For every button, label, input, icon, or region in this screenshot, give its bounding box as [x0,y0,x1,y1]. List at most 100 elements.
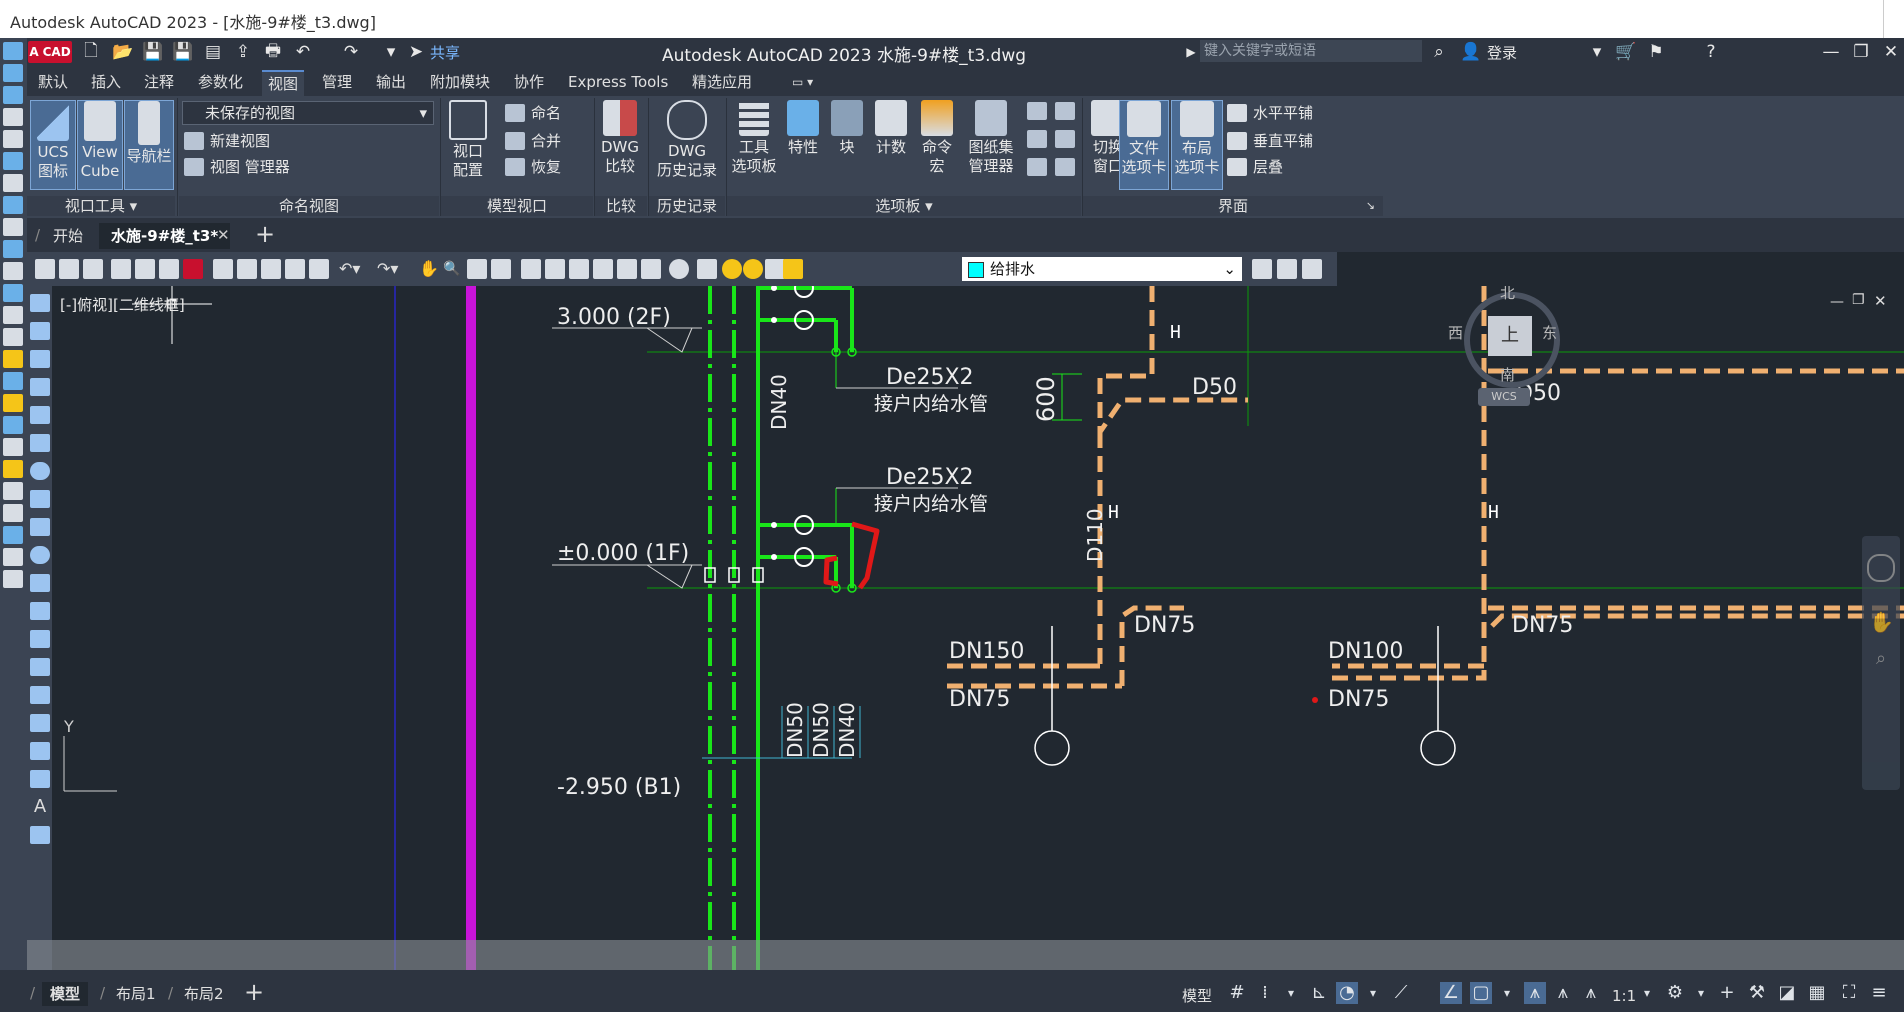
tab-layout2[interactable]: 布局2 [176,982,232,1006]
add-layout-icon[interactable]: + [244,978,264,1006]
viewport-config-button[interactable]: 视口 配置 [443,100,493,188]
view-manager-button[interactable]: 视图 管理器 [184,156,290,177]
ucs-icon-button[interactable]: UCS 图标 [30,100,76,190]
tab-insert[interactable]: 插入 [85,70,127,94]
search-icon[interactable]: ⌕ [1428,42,1450,62]
drawing-canvas[interactable]: H H H H 3.000 (2F) ±0.000 (1F) -2.950 (B… [52,286,1904,970]
object-snap-tracking-icon[interactable]: ∠ [1440,982,1462,1004]
tool-14-icon[interactable] [3,328,23,346]
login-button[interactable]: 登录 [1487,42,1517,63]
revcloud-icon[interactable] [30,490,50,508]
ellipse-arc-icon[interactable] [30,574,50,592]
zoom-window-icon[interactable] [467,259,487,279]
construction-line-icon[interactable] [30,322,50,340]
markup-icon[interactable] [1055,130,1075,148]
zoom-realtime-icon[interactable]: 🔍 [443,259,463,279]
layer-viewport-icon[interactable] [765,259,785,279]
make-current-icon[interactable] [1252,259,1272,279]
snap-icon[interactable]: ⁞ [1254,982,1276,1004]
circle-icon[interactable] [30,462,50,480]
new-file-icon[interactable] [35,259,55,279]
sheetset-manager-button[interactable]: 图纸集 管理器 [961,100,1021,188]
tab-featured-apps[interactable]: 精选应用 [686,70,758,94]
navigation-bar[interactable]: ✋ ⌕ [1862,536,1900,790]
viewport-restore-icon[interactable]: ❐ [1852,292,1865,308]
share-icon[interactable]: ➤ [405,42,427,62]
close-tab-icon[interactable]: ✕ [217,226,230,244]
tool-4-icon[interactable] [3,108,23,126]
open-web-icon[interactable]: ▤ [202,42,224,62]
tile-horizontal-button[interactable]: 水平平铺 [1227,102,1313,123]
viewport-restore-button[interactable]: 恢复 [505,156,561,177]
insert-block-icon[interactable] [30,602,50,620]
tool-20-icon[interactable] [3,460,23,478]
count-button[interactable]: 计数 [869,100,913,188]
osnap-dropdown-icon[interactable]: ▾ [1496,982,1518,1004]
ellipse-icon[interactable] [30,546,50,564]
tool-1-icon[interactable] [3,42,23,60]
hatch-icon[interactable] [30,686,50,704]
command-line[interactable] [27,940,1904,970]
publish-icon[interactable] [159,259,179,279]
print-icon[interactable] [111,259,131,279]
arc-icon[interactable] [30,434,50,452]
pan-icon[interactable]: ✋ [419,259,439,279]
undo-icon[interactable]: ↶ [292,42,314,62]
sheetset-tool-icon[interactable] [593,259,613,279]
tool-7-icon[interactable] [3,174,23,192]
tab-view[interactable]: 视图 [262,70,305,96]
drawing-svg[interactable]: H H H H 3.000 (2F) ±0.000 (1F) -2.950 (B… [52,286,1904,970]
panel-viewport-tools[interactable]: 视口工具 ▾ [27,196,175,216]
add-selected-icon[interactable] [30,826,50,844]
hardware-acceleration-icon[interactable]: ⚒ [1746,982,1768,1004]
zoom-previous-icon[interactable] [491,259,511,279]
open-file-icon[interactable] [59,259,79,279]
mtext-icon[interactable]: A [30,798,50,816]
plot-icon[interactable]: 🖶 [262,41,284,62]
copy-icon[interactable] [237,259,257,279]
tab-model[interactable]: 模型 [42,982,89,1006]
viewport-join-button[interactable]: 合并 [505,130,561,151]
layer-states-icon[interactable] [1302,259,1322,279]
minimize-icon[interactable]: — [1820,42,1842,62]
open-icon[interactable]: 📂 [112,42,134,62]
line-icon[interactable] [30,294,50,312]
dwg-compare-button[interactable]: DWG 比较 [597,100,643,188]
layer-manager-icon[interactable] [697,259,717,279]
named-view-dropdown[interactable]: 未保存的视图 ▾ [182,101,434,125]
tool-19-icon[interactable] [3,438,23,456]
tool-24-icon[interactable] [3,548,23,566]
clipboard-icon[interactable] [1055,158,1075,176]
tool-6-icon[interactable] [3,152,23,170]
login-dropdown-icon[interactable]: ▾ [1586,42,1608,62]
tool-3-icon[interactable] [3,86,23,104]
tab-output[interactable]: 输出 [370,70,412,94]
dwf-icon[interactable] [183,259,203,279]
print-preview-icon[interactable] [135,259,155,279]
isolate-objects-icon[interactable]: ◪ [1776,982,1798,1004]
search-input[interactable]: 键入关键字或短语 [1200,40,1422,62]
graphics-performance-icon[interactable]: ▦ [1806,982,1828,1004]
brush-icon[interactable] [309,259,329,279]
workspace-dropdown-icon[interactable]: ▾ [1690,982,1712,1004]
viewcube-north[interactable]: 北 [1500,286,1515,303]
save-icon[interactable]: 💾 [142,42,164,62]
workspace-gear-icon[interactable]: ⚙ [1664,982,1686,1004]
viewcube-west[interactable]: 西 [1448,322,1463,343]
table-icon[interactable] [30,770,50,788]
tool-17-icon[interactable] [3,394,23,412]
panel-palettes[interactable]: 选项板 ▾ [727,196,1081,216]
close-icon[interactable]: ✕ [1880,42,1902,62]
new-tab-icon[interactable]: + [255,220,275,248]
steering-wheel-icon[interactable] [1867,554,1895,582]
wcs-menu[interactable]: WCS [1478,388,1530,406]
layer-on-icon[interactable] [722,259,742,279]
tool-8-icon[interactable] [3,196,23,214]
clean-screen-icon[interactable]: ⛶ [1838,982,1860,1004]
app-store-icon[interactable]: ⚑ [1645,42,1667,62]
viewcube-top-face[interactable]: 上 [1488,316,1532,356]
restore-icon[interactable]: ❐ [1850,42,1872,62]
tool-2-icon[interactable] [3,64,23,82]
tool-22-icon[interactable] [3,504,23,522]
customize-menu-icon[interactable]: ≡ [1868,982,1890,1004]
